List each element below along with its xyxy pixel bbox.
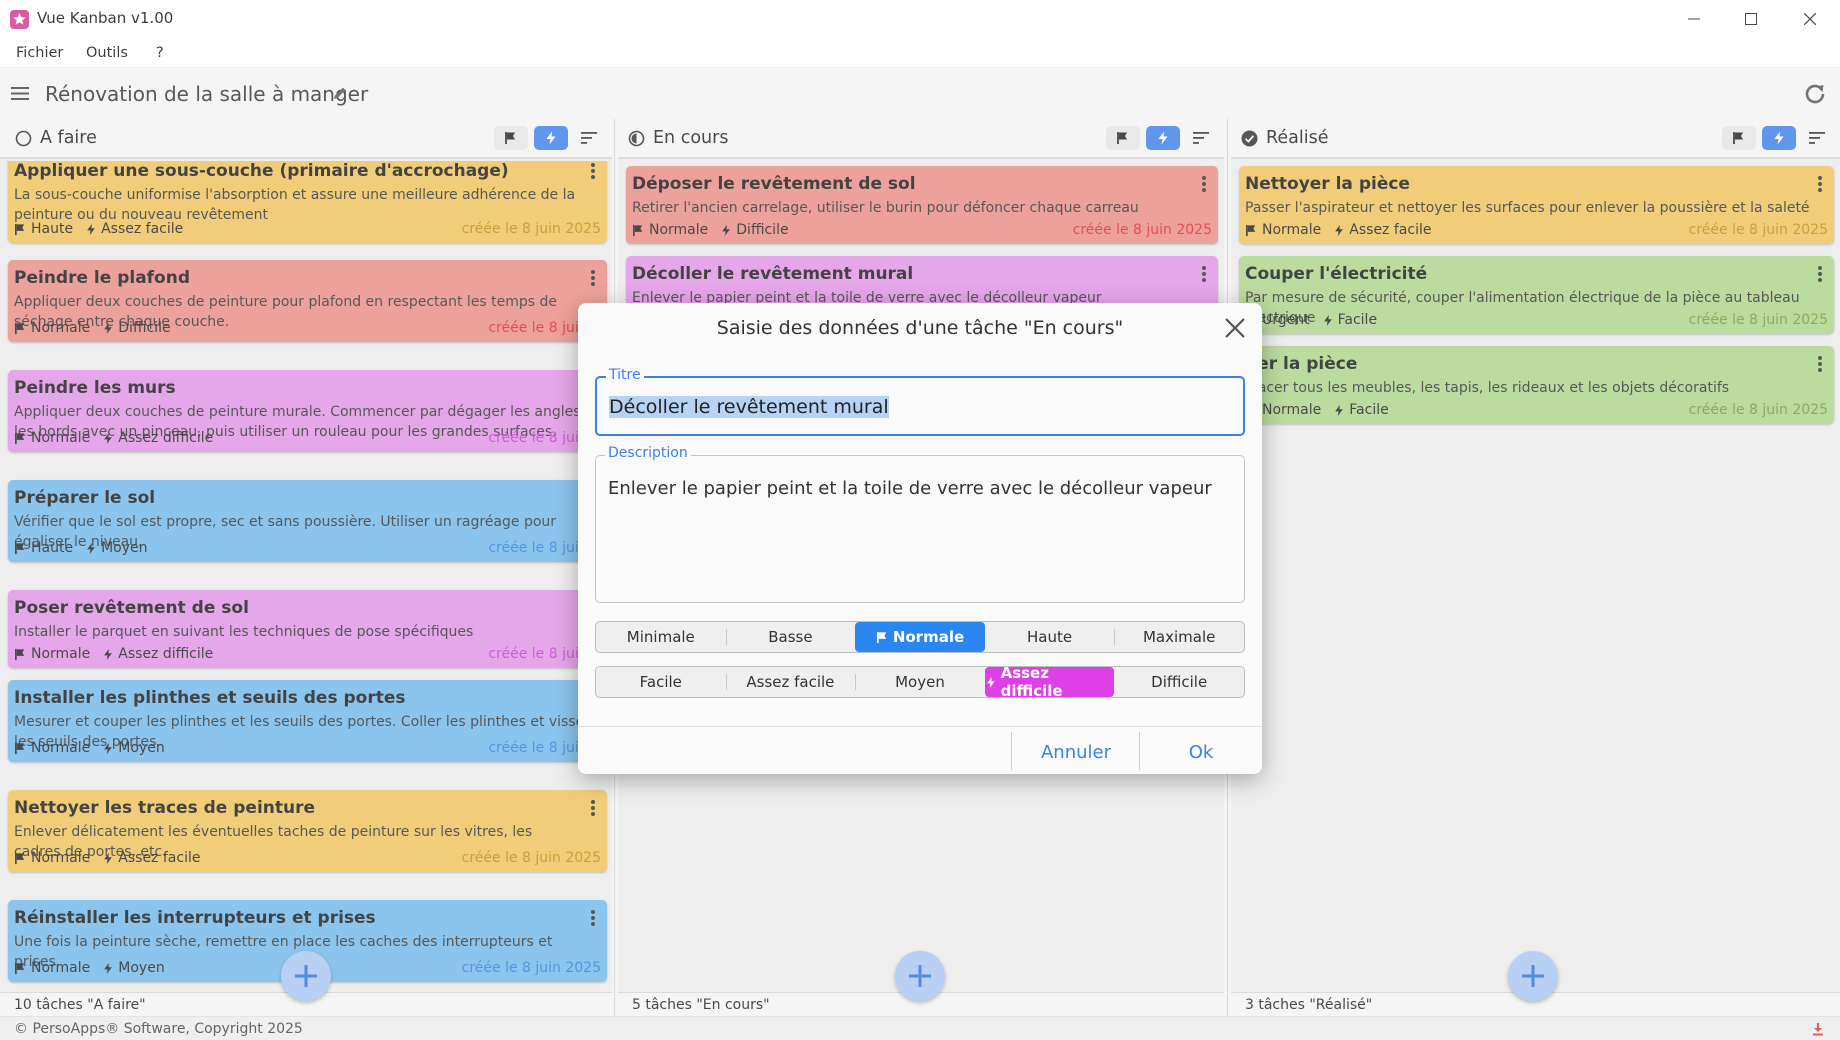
difficulty-option-assez-facile[interactable]: Assez facile (725, 667, 856, 697)
description-field[interactable]: Description Enlever le papier peint et l… (595, 445, 1245, 603)
title-field[interactable]: Titre Décoller le revêtement mural (595, 367, 1245, 436)
priority-option-minimale[interactable]: Minimale (596, 622, 726, 652)
task-edit-dialog: Saisie des données d'une tâche "En cours… (578, 303, 1262, 774)
priority-option-label: Normale (892, 628, 965, 646)
priority-option-normale[interactable]: Normale (855, 622, 985, 652)
close-icon[interactable] (1222, 315, 1248, 341)
difficulty-option-facile[interactable]: Facile (596, 667, 726, 697)
title-input-value[interactable]: Décoller le revêtement mural (609, 396, 889, 418)
flag-icon (876, 631, 887, 643)
difficulty-option-difficile[interactable]: Difficile (1114, 667, 1244, 697)
difficulty-selector: Facile Assez facile Moyen Assez difficil… (595, 664, 1245, 700)
priority-option-maximale[interactable]: Maximale (1114, 622, 1244, 652)
difficulty-option-moyen[interactable]: Moyen (855, 667, 985, 697)
description-label: Description (605, 445, 691, 461)
priority-option-basse[interactable]: Basse (725, 622, 856, 652)
cancel-button[interactable]: Annuler (1012, 733, 1140, 771)
dialog-title: Saisie des données d'une tâche "En cours… (716, 317, 1124, 339)
difficulty-option-label: Assez difficile (1000, 664, 1063, 700)
priority-option-haute[interactable]: Haute (985, 622, 1115, 652)
description-input-value[interactable]: Enlever le papier peint et la toile de v… (608, 478, 1212, 499)
difficulty-option-assez-difficile[interactable]: Assez difficile (984, 664, 1115, 700)
ok-button[interactable]: Ok (1140, 733, 1262, 771)
priority-selector: Minimale Basse Normale Haute Maximale (595, 621, 1245, 653)
bolt-icon (986, 676, 995, 688)
dialog-separator (578, 726, 1262, 727)
title-label: Titre (606, 367, 644, 383)
